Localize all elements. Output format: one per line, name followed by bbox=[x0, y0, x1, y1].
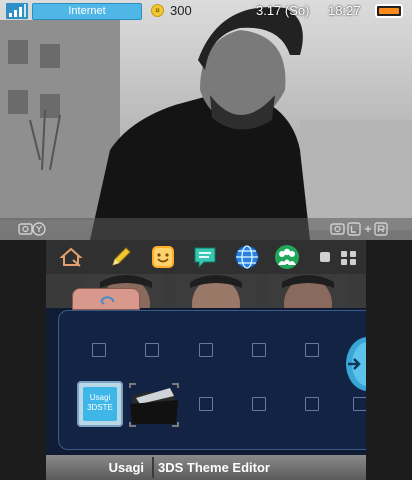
bottom-screen: Usagi 3DSTE Usagi 3DS Theme Editor bbox=[46, 240, 366, 480]
grid-size-large-icon[interactable] bbox=[338, 244, 360, 270]
wallpaper-face bbox=[268, 274, 348, 308]
play-coin-icon: ¤ bbox=[151, 4, 164, 17]
internet-status-badge: Internet bbox=[32, 3, 142, 20]
camera-y-button-icon[interactable] bbox=[18, 221, 46, 237]
empty-slot[interactable] bbox=[252, 343, 266, 357]
miiverse-icon[interactable] bbox=[150, 244, 176, 270]
empty-slot[interactable] bbox=[252, 397, 266, 411]
play-coin-count: 300 bbox=[170, 3, 192, 18]
empty-slot[interactable] bbox=[92, 343, 106, 357]
back-arrow-icon bbox=[100, 296, 114, 305]
internet-browser-icon[interactable] bbox=[234, 244, 260, 270]
selected-app-subtitle: 3DS Theme Editor bbox=[158, 460, 270, 475]
status-bar: Internet ¤ 300 3.17 (So) 18:27 bbox=[0, 0, 412, 22]
top-screen: Internet ¤ 300 3.17 (So) 18:27 bbox=[0, 0, 412, 240]
empty-slot[interactable] bbox=[353, 397, 366, 411]
empty-slot[interactable] bbox=[145, 343, 159, 357]
folder-icon[interactable] bbox=[126, 382, 182, 428]
battery-icon bbox=[375, 4, 403, 18]
date-display: 3.17 (So) bbox=[256, 3, 310, 18]
app-grid bbox=[58, 310, 366, 450]
camera-l-r-button-icon[interactable] bbox=[330, 221, 394, 237]
back-folder-tab[interactable] bbox=[72, 288, 140, 310]
top-screen-photo bbox=[0, 0, 412, 240]
signal-strength-icon bbox=[6, 3, 28, 19]
home-menu-toolbar bbox=[46, 240, 366, 274]
selected-app-bar: Usagi 3DS Theme Editor bbox=[46, 455, 366, 480]
usagi-app-icon-label: Usagi 3DSTE bbox=[83, 387, 117, 421]
friend-list-icon[interactable] bbox=[274, 244, 300, 270]
usagi-app-icon[interactable]: Usagi 3DSTE bbox=[77, 381, 123, 427]
empty-slot[interactable] bbox=[305, 397, 319, 411]
home-settings-icon[interactable] bbox=[58, 244, 84, 270]
game-notes-icon[interactable] bbox=[108, 244, 134, 270]
wallpaper-face bbox=[176, 274, 256, 308]
scroll-right-arrow-icon[interactable] bbox=[344, 336, 366, 392]
divider bbox=[152, 457, 154, 478]
empty-slot[interactable] bbox=[199, 343, 213, 357]
notifications-icon[interactable] bbox=[192, 244, 218, 270]
clock-display: 18:27 bbox=[328, 3, 361, 18]
empty-slot[interactable] bbox=[305, 343, 319, 357]
selected-app-title: Usagi bbox=[108, 460, 144, 475]
grid-size-small-icon[interactable] bbox=[318, 244, 332, 270]
empty-slot[interactable] bbox=[199, 397, 213, 411]
